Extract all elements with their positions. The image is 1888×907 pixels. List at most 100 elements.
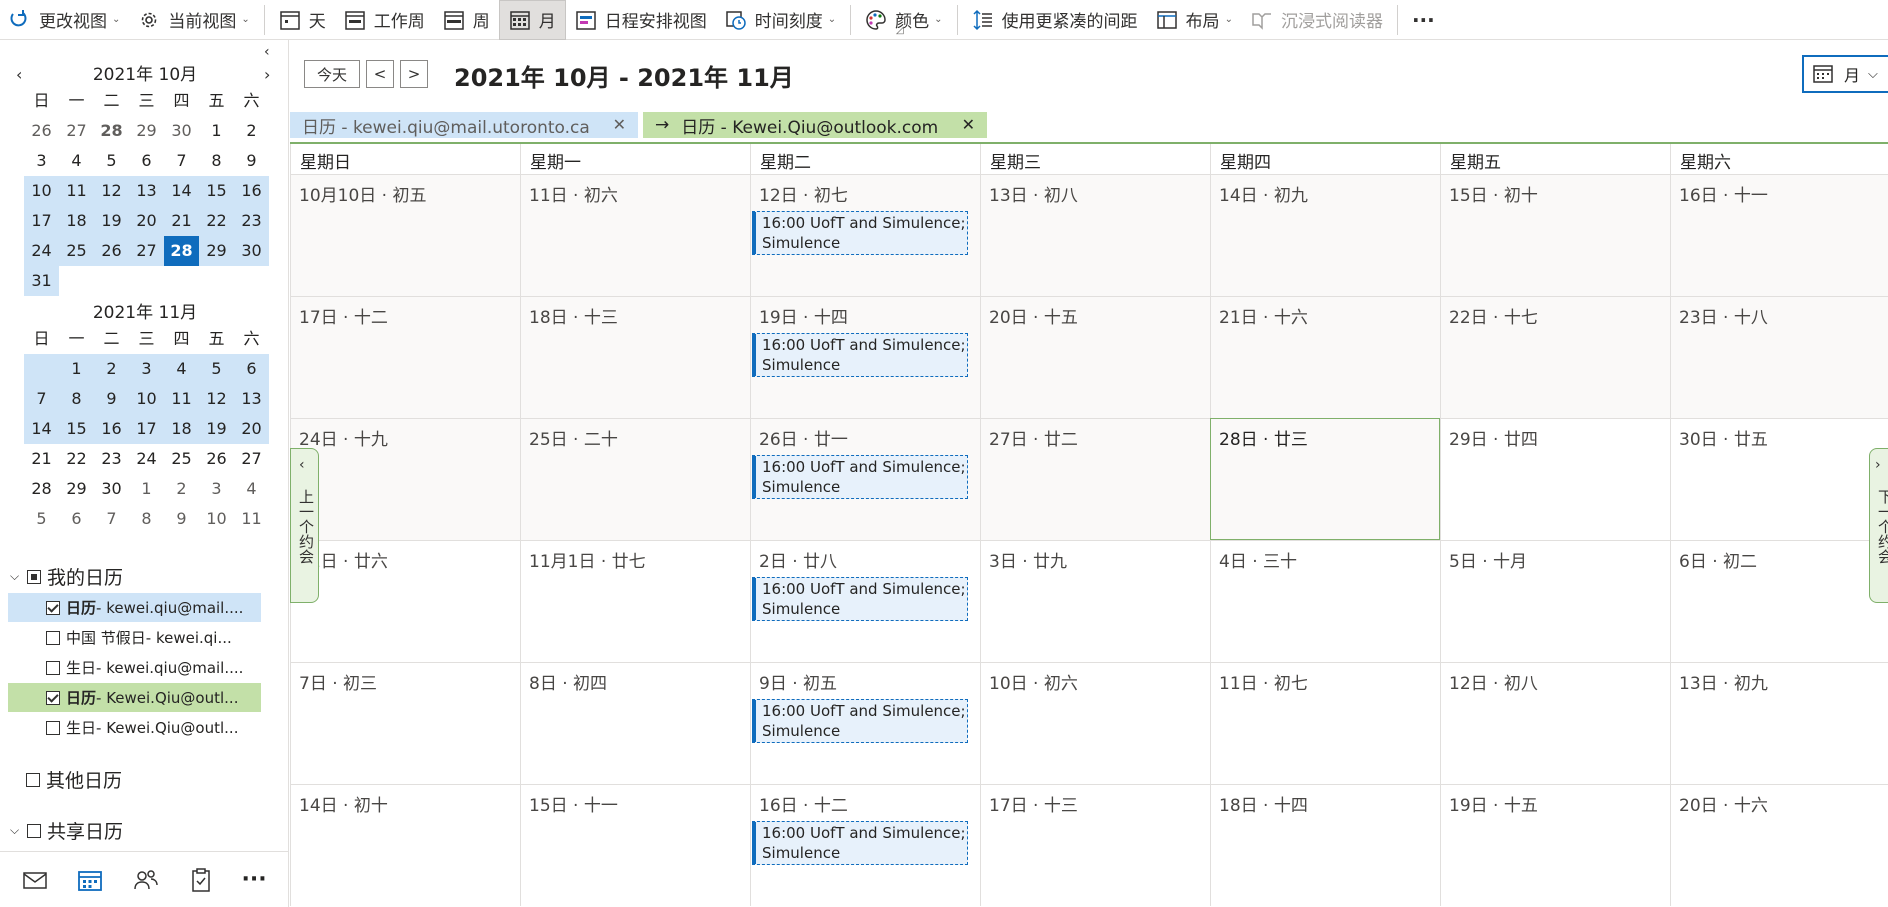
day-cell[interactable]: 10月10日 · 初五 (290, 174, 520, 296)
group-checkbox[interactable] (26, 772, 40, 787)
mini-day[interactable]: 4 (59, 146, 94, 176)
mini-day[interactable]: 7 (164, 146, 199, 176)
mini-day[interactable]: 19 (94, 206, 129, 236)
day-cell[interactable]: 28日 · 廿三 (1210, 418, 1440, 540)
mini-day[interactable]: 18 (59, 206, 94, 236)
mini-next-month-icon[interactable]: › (264, 62, 270, 88)
mini-day[interactable]: 3 (199, 474, 234, 504)
calendar-event[interactable]: 16:00 UofT and Simulence; Simulence (752, 333, 968, 377)
mini-day[interactable]: 14 (164, 176, 199, 206)
day-cell[interactable]: 11日 · 初六 (520, 174, 750, 296)
mini-day[interactable]: 29 (59, 474, 94, 504)
day-cell[interactable]: 17日 · 十二 (290, 296, 520, 418)
more-apps-icon[interactable]: ··· (242, 867, 267, 892)
mini-day[interactable]: 28 (24, 474, 59, 504)
mini-day[interactable]: 2 (234, 116, 269, 146)
mini-day[interactable]: 2 (94, 354, 129, 384)
mini-day[interactable]: 7 (24, 384, 59, 414)
mail-icon[interactable] (22, 869, 48, 891)
day-cell[interactable]: 20日 · 十五 (980, 296, 1210, 418)
mini-day[interactable]: 26 (199, 444, 234, 474)
day-cell[interactable]: 16日 · 十一 (1670, 174, 1888, 296)
day-cell[interactable]: 29日 · 廿四 (1440, 418, 1670, 540)
work-week-view-button[interactable]: 工作周 (335, 0, 434, 40)
mini-day[interactable]: 6 (129, 146, 164, 176)
calendar-event[interactable]: 16:00 UofT and Simulence; Simulence (752, 821, 968, 865)
calendar-item-birthdays-utoronto[interactable]: 生日 - kewei.qiu@mail.... (8, 653, 261, 682)
day-cell[interactable]: 20日 · 十六 (1670, 784, 1888, 906)
mini-day[interactable]: 10 (24, 176, 59, 206)
mini-day[interactable]: 30 (94, 474, 129, 504)
mini-day[interactable]: 16 (234, 176, 269, 206)
calendar-event[interactable]: 16:00 UofT and Simulence; Simulence (752, 211, 968, 255)
next-month-button[interactable]: > (400, 60, 428, 88)
current-view-button[interactable]: 当前视图 ⌄ (129, 0, 258, 40)
day-cell[interactable]: 25日 · 二十 (520, 418, 750, 540)
schedule-view-button[interactable]: 日程安排视图 (566, 0, 716, 40)
calendar-tab-utoronto[interactable]: 日历 - kewei.qiu@mail.utoronto.ca ✕ (290, 112, 638, 138)
day-cell[interactable]: 13日 · 初八 (980, 174, 1210, 296)
group-checkbox[interactable] (27, 823, 41, 838)
day-cell[interactable]: 14日 · 初九 (1210, 174, 1440, 296)
collapse-pane-icon[interactable]: ‹ (264, 44, 270, 60)
day-cell[interactable]: 9日 · 初五 16:00 UofT and Simulence; Simulen… (750, 662, 980, 784)
shared-calendars-group[interactable]: ⌵ 共享日历 (10, 817, 123, 844)
mini-day[interactable]: 20 (234, 414, 269, 444)
calendar-item-outlook[interactable]: 日历 - Kewei.Qiu@outl... (8, 683, 261, 712)
day-cell[interactable]: 18日 · 十三 (520, 296, 750, 418)
immersive-reader-button[interactable]: 沉浸式阅读器 (1242, 0, 1392, 40)
mini-day[interactable]: 15 (59, 414, 94, 444)
day-cell[interactable]: 31日 · 廿六 (290, 540, 520, 662)
mini-day[interactable]: 8 (199, 146, 234, 176)
day-cell[interactable]: 22日 · 十七 (1440, 296, 1670, 418)
calendar-item-utoronto[interactable]: 日历 - kewei.qiu@mail.... (8, 593, 261, 622)
mini-day[interactable]: 13 (234, 384, 269, 414)
mini-day[interactable]: 31 (24, 266, 59, 296)
calendar-item-birthdays-outlook[interactable]: 生日 - Kewei.Qiu@outl... (8, 713, 261, 742)
day-cell[interactable]: 18日 · 十四 (1210, 784, 1440, 906)
people-icon[interactable] (132, 868, 160, 892)
mini-day[interactable]: 17 (24, 206, 59, 236)
mini-day[interactable]: 21 (164, 206, 199, 236)
mini-day[interactable]: 26 (94, 236, 129, 266)
day-cell[interactable]: 16日 · 十二 16:00 UofT and Simulence; Simule… (750, 784, 980, 906)
calendar-checkbox[interactable] (46, 660, 60, 675)
day-cell[interactable]: 4日 · 三十 (1210, 540, 1440, 662)
calendar-event[interactable]: 16:00 UofT and Simulence; Simulence (752, 455, 968, 499)
mini-day[interactable]: 22 (59, 444, 94, 474)
day-cell[interactable]: 17日 · 十三 (980, 784, 1210, 906)
calendar-checkbox[interactable] (46, 630, 60, 645)
mini-day[interactable]: 27 (59, 116, 94, 146)
mini-day[interactable]: 30 (164, 116, 199, 146)
mini-day[interactable]: 23 (234, 206, 269, 236)
mini-day[interactable]: 25 (164, 444, 199, 474)
day-cell[interactable]: 10日 · 初六 (980, 662, 1210, 784)
day-cell[interactable]: 21日 · 十六 (1210, 296, 1440, 418)
mini-day[interactable]: 22 (199, 206, 234, 236)
compact-spacing-button[interactable]: 使用更紧凑的间距 (963, 0, 1147, 40)
calendar-event[interactable]: 16:00 UofT and Simulence; Simulence (752, 699, 968, 743)
other-calendars-group[interactable]: 其他日历 (26, 766, 122, 793)
day-cell[interactable]: 15日 · 十一 (520, 784, 750, 906)
mini-day[interactable]: 19 (199, 414, 234, 444)
my-calendars-group[interactable]: ⌵ 我的日历 (10, 563, 123, 590)
mini-day[interactable]: 6 (234, 354, 269, 384)
close-icon[interactable]: ✕ (613, 115, 626, 134)
mini-day[interactable]: 21 (24, 444, 59, 474)
mini-day[interactable]: 11 (59, 176, 94, 206)
mini-day[interactable]: 18 (164, 414, 199, 444)
mini-day[interactable]: 1 (129, 474, 164, 504)
week-view-button[interactable]: 周 (434, 0, 499, 40)
calendar-icon[interactable] (77, 868, 103, 892)
more-options-button[interactable]: ··· (1403, 0, 1444, 40)
calendar-checkbox[interactable] (46, 690, 60, 705)
calendar-item-china-holidays[interactable]: 中国 节假日 - kewei.qi... (8, 623, 261, 652)
close-icon[interactable]: ✕ (962, 115, 975, 134)
day-cell[interactable]: 2日 · 廿八 16:00 UofT and Simulence; Simulen… (750, 540, 980, 662)
mini-day[interactable]: 2 (164, 474, 199, 504)
day-cell[interactable]: 15日 · 初十 (1440, 174, 1670, 296)
day-cell[interactable]: 19日 · 十四 16:00 UofT and Simulence; Simule… (750, 296, 980, 418)
mini-day[interactable]: 26 (24, 116, 59, 146)
mini-day[interactable]: 3 (129, 354, 164, 384)
mini-day[interactable]: 1 (199, 116, 234, 146)
